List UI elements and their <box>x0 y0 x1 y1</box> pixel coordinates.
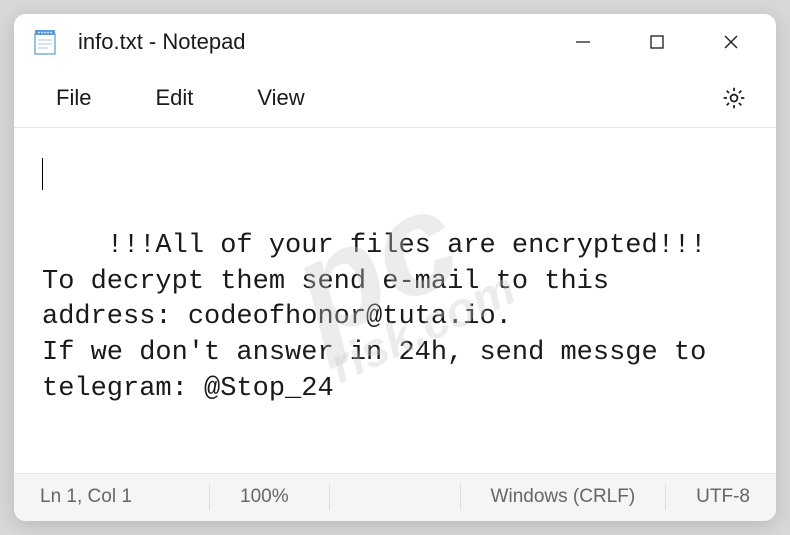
statusbar: Ln 1, Col 1 100% Windows (CRLF) UTF-8 <box>14 473 776 521</box>
window-controls <box>546 14 768 70</box>
minimize-button[interactable] <box>546 14 620 70</box>
menu-edit[interactable]: Edit <box>123 75 225 121</box>
text-cursor <box>42 158 43 190</box>
document-text: !!!All of your files are encrypted!!! To… <box>42 231 723 404</box>
titlebar: info.txt - Notepad <box>14 14 776 70</box>
status-encoding: UTF-8 <box>696 484 750 510</box>
menu-view[interactable]: View <box>225 75 336 121</box>
settings-button[interactable] <box>710 74 758 122</box>
notepad-window: info.txt - Notepad File Edit View !!!Al <box>14 14 776 521</box>
status-zoom[interactable]: 100% <box>240 484 330 510</box>
status-line-ending: Windows (CRLF) <box>491 484 667 510</box>
window-title: info.txt - Notepad <box>78 29 546 55</box>
menubar: File Edit View <box>14 70 776 128</box>
notepad-icon <box>34 29 56 55</box>
menu-file[interactable]: File <box>24 75 123 121</box>
status-position: Ln 1, Col 1 <box>40 484 210 510</box>
maximize-button[interactable] <box>620 14 694 70</box>
close-button[interactable] <box>694 14 768 70</box>
status-spacer <box>360 484 461 510</box>
text-area[interactable]: !!!All of your files are encrypted!!! To… <box>14 128 776 473</box>
